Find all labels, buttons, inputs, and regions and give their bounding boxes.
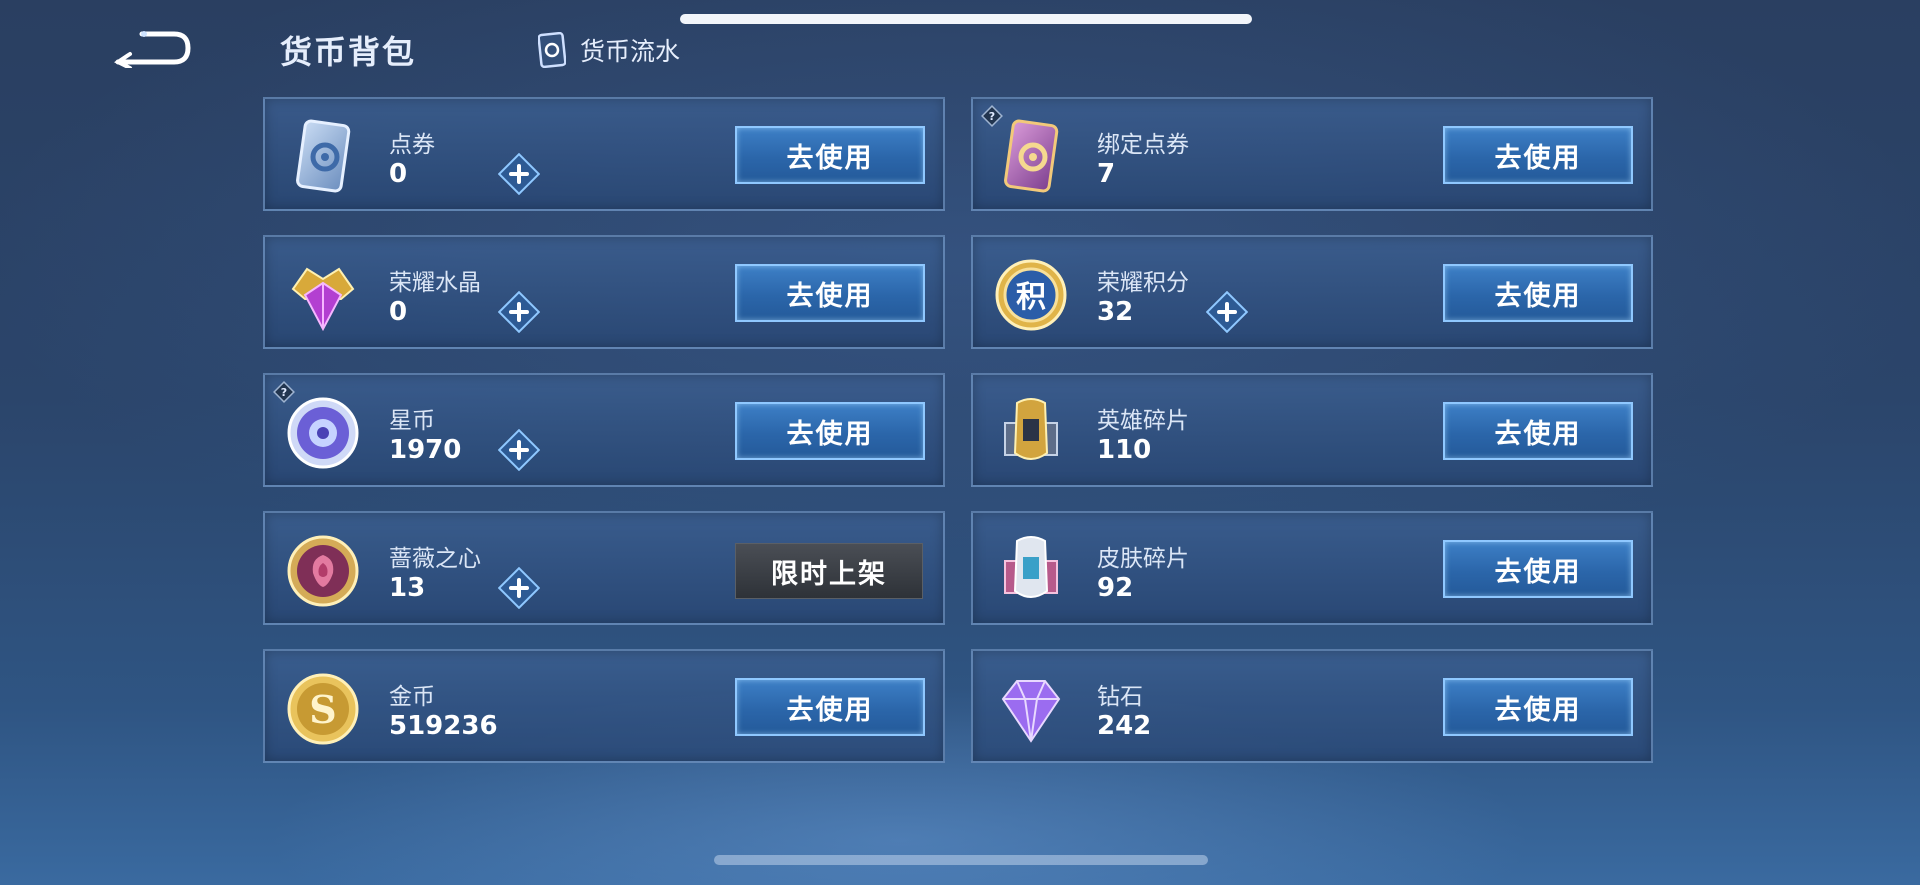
currency-name: 皮肤碎片: [1097, 546, 1189, 572]
svg-text:积: 积: [1016, 280, 1046, 315]
currency-amount: 92: [1097, 573, 1134, 603]
top-status-bar: [680, 14, 1252, 24]
use-button[interactable]: 去使用: [735, 402, 925, 460]
svg-text:S: S: [309, 687, 336, 732]
currency-card: 荣耀水晶 0 去使用: [263, 235, 945, 349]
currency-name: 星币: [389, 408, 435, 434]
home-indicator: [714, 855, 1208, 865]
currency-amount: 0: [389, 297, 408, 327]
currency-name: 蔷薇之心: [389, 546, 481, 572]
use-button[interactable]: 去使用: [735, 126, 925, 184]
currency-card: ? 绑定点券 7 去使用: [971, 97, 1653, 211]
currency-card: 蔷薇之心 13 限时上架: [263, 511, 945, 625]
currency-amount: 110: [1097, 435, 1152, 465]
glory-crystal-icon: [283, 255, 363, 335]
use-button[interactable]: 去使用: [735, 264, 925, 322]
currency-amount: 7: [1097, 159, 1116, 189]
currency-amount: 1970: [389, 435, 462, 465]
skin-shard-icon: [991, 531, 1071, 611]
currency-card: 积 荣耀积分 32 去使用: [971, 235, 1653, 349]
currency-flow-label: 货币流水: [580, 37, 681, 66]
use-button[interactable]: 去使用: [1443, 126, 1633, 184]
limited-time-button[interactable]: 限时上架: [735, 543, 923, 599]
coupon-ticket-icon: [283, 117, 363, 197]
bound-coupon-icon: [991, 117, 1071, 197]
add-currency-icon[interactable]: [497, 428, 541, 472]
back-arrow-icon[interactable]: [112, 28, 192, 70]
currency-card: 皮肤碎片 92 去使用: [971, 511, 1653, 625]
add-currency-icon[interactable]: [1205, 290, 1249, 334]
currency-amount: 519236: [389, 711, 498, 741]
currency-name: 英雄碎片: [1097, 408, 1189, 434]
currency-amount: 13: [389, 573, 426, 603]
ticket-flow-icon: [537, 31, 567, 69]
glory-points-icon: 积: [991, 255, 1071, 335]
add-currency-icon[interactable]: [497, 566, 541, 610]
rose-heart-icon: [283, 531, 363, 611]
currency-card: 点券 0 去使用: [263, 97, 945, 211]
currency-card: ? 星币 1970 去使用: [263, 373, 945, 487]
currency-flow-link[interactable]: 货币流水: [537, 28, 681, 72]
add-currency-icon[interactable]: [497, 290, 541, 334]
currency-name: 金币: [389, 684, 435, 710]
currency-card: 英雄碎片 110 去使用: [971, 373, 1653, 487]
use-button[interactable]: 去使用: [1443, 678, 1633, 736]
star-coin-icon: [283, 393, 363, 473]
use-button[interactable]: 去使用: [1443, 264, 1633, 322]
hero-shard-icon: [991, 393, 1071, 473]
gold-coin-icon: S: [283, 669, 363, 749]
add-currency-icon[interactable]: [497, 152, 541, 196]
currency-name: 荣耀水晶: [389, 270, 481, 296]
currency-card: S 金币 519236 去使用: [263, 649, 945, 763]
currency-name: 荣耀积分: [1097, 270, 1189, 296]
currency-name: 绑定点券: [1097, 132, 1189, 158]
currency-amount: 0: [389, 159, 408, 189]
diamond-icon: [991, 669, 1071, 749]
use-button[interactable]: 去使用: [1443, 540, 1633, 598]
use-button[interactable]: 去使用: [735, 678, 925, 736]
page-title: 货币背包: [280, 33, 417, 71]
currency-amount: 32: [1097, 297, 1134, 327]
currency-amount: 242: [1097, 711, 1152, 741]
currency-name: 钻石: [1097, 684, 1143, 710]
currency-name: 点券: [389, 132, 435, 158]
use-button[interactable]: 去使用: [1443, 402, 1633, 460]
currency-card: 钻石 242 去使用: [971, 649, 1653, 763]
